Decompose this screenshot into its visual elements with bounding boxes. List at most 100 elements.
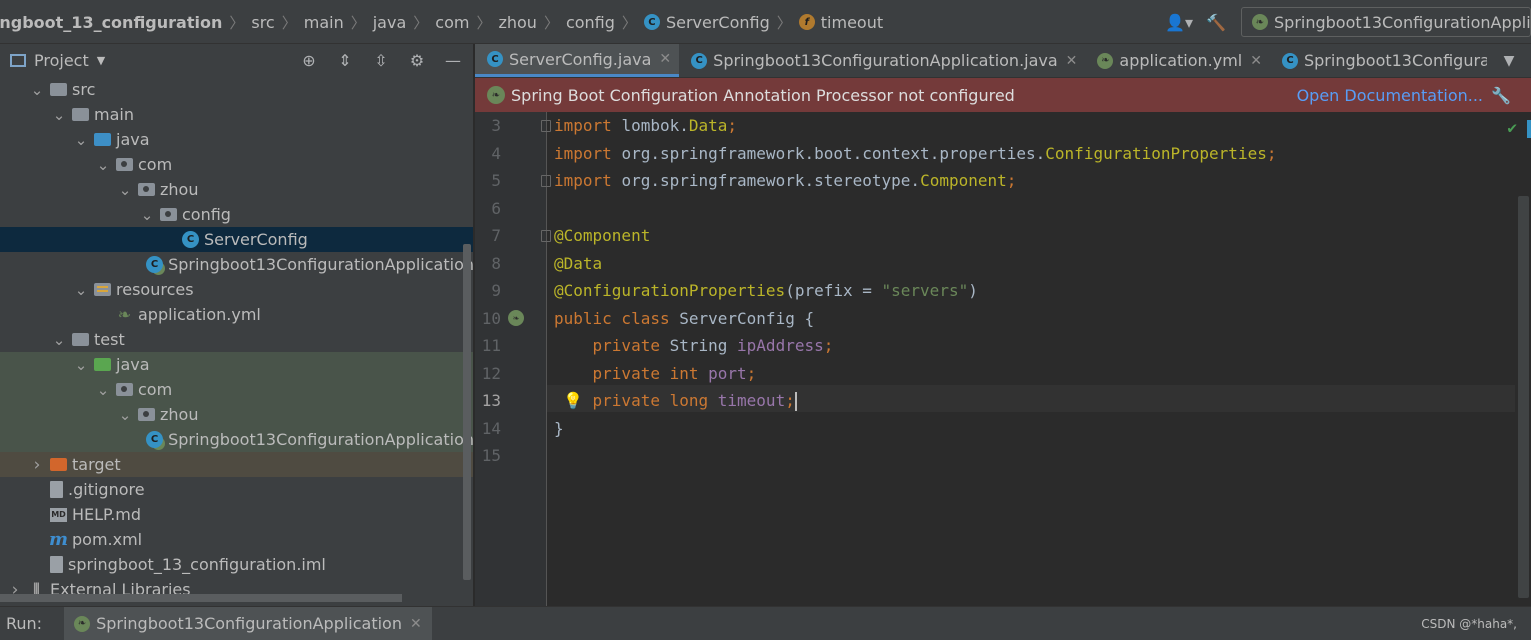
fold-marker-icon[interactable] [541, 175, 551, 187]
chevron-down-icon[interactable]: ⌄ [96, 157, 110, 172]
breadcrumb-zhou[interactable]: zhou [498, 13, 536, 32]
breadcrumb-com[interactable]: com [435, 13, 469, 32]
breadcrumb-java[interactable]: java [373, 13, 407, 32]
tree-item[interactable]: springboot_13_configuration.iml [0, 552, 474, 577]
tab-application-java[interactable]: C Springboot13ConfigurationApplication.j… [679, 44, 1085, 77]
code-line[interactable]: import org.springframework.stereotype.Co… [554, 167, 1016, 194]
code-line[interactable]: import lombok.Data; [554, 112, 737, 139]
line-number[interactable]: 8 [475, 250, 501, 277]
tree-item[interactable]: ⌄ zhou [0, 402, 474, 427]
chevron-down-icon[interactable]: ⌄ [140, 207, 154, 222]
line-number[interactable]: 13 [475, 387, 501, 414]
chevron-down-icon[interactable]: ⌄ [30, 82, 44, 97]
close-icon[interactable]: ✕ [1066, 53, 1078, 69]
tab-overflow-chevron-down-icon[interactable]: ▼ [1487, 44, 1531, 77]
editor-scrollbar[interactable] [1518, 196, 1529, 598]
line-number[interactable]: 10 [475, 305, 501, 332]
open-documentation-link[interactable]: Open Documentation... [1297, 78, 1483, 112]
tree-item[interactable]: MD HELP.md [0, 502, 474, 527]
run-tab[interactable]: ❧ Springboot13ConfigurationApplication ✕ [64, 606, 432, 640]
project-scrollbar[interactable] [463, 244, 471, 580]
tree-item[interactable]: ⌄ java [0, 352, 474, 377]
close-icon[interactable]: ✕ [410, 616, 422, 632]
tree-item[interactable]: ⌄ com [0, 152, 474, 177]
code-line[interactable]: } [554, 415, 564, 442]
fold-marker-icon[interactable] [541, 120, 551, 132]
line-number[interactable]: 9 [475, 277, 501, 304]
code-line[interactable]: private long timeout; [554, 387, 797, 414]
tree-item[interactable]: ⌄ com [0, 377, 474, 402]
hide-icon[interactable]: — [438, 46, 468, 76]
close-icon[interactable]: ✕ [1250, 53, 1262, 69]
line-number[interactable]: 6 [475, 195, 501, 222]
code-line[interactable]: @Component [554, 222, 650, 249]
line-number[interactable]: 4 [475, 140, 501, 167]
horizontal-scrollbar[interactable] [0, 594, 402, 602]
inspection-ok-check-icon[interactable]: ✔ [1507, 118, 1517, 137]
tree-item[interactable]: ⌄ src [0, 77, 474, 102]
fold-marker-icon[interactable] [541, 230, 551, 242]
chevron-down-icon[interactable]: ⌄ [96, 382, 110, 397]
chevron-down-icon[interactable]: ⌄ [118, 182, 132, 197]
collapse-all-icon[interactable]: ⇳ [366, 46, 396, 76]
breadcrumb-project[interactable]: ringboot_13_configuration [0, 13, 222, 32]
chevron-right-icon: 〉 [281, 13, 297, 32]
line-number[interactable]: 7 [475, 222, 501, 249]
tab-serverconfig[interactable]: C ServerConfig.java ✕ [475, 44, 680, 77]
breadcrumb-config[interactable]: config [566, 13, 615, 32]
tree-item[interactable]: C Springboot13ConfigurationApplication [0, 427, 474, 452]
tree-item[interactable]: ⌄ resources [0, 277, 474, 302]
chevron-down-icon[interactable]: ⌄ [118, 407, 132, 422]
line-number[interactable]: 12 [475, 360, 501, 387]
tree-item[interactable]: ⌄ config [0, 202, 474, 227]
tree-item[interactable]: ⌄ java [0, 127, 474, 152]
tree-item-label: springboot_13_configuration.iml [68, 555, 326, 574]
code-line[interactable]: private String ipAddress; [554, 332, 834, 359]
breadcrumb-serverconfig[interactable]: C ServerConfig [643, 13, 770, 32]
gear-icon[interactable]: ⚙ [402, 46, 432, 76]
chevron-right-icon[interactable]: › [30, 455, 44, 475]
line-number[interactable]: 5 [475, 167, 501, 194]
code-editor[interactable]: 3 4 5 6 7 8 9 10 ❧ 11 12 13 14 15 import lombok.Data;… [475, 112, 1531, 606]
tree-item[interactable]: › target [0, 452, 474, 477]
project-view-selector[interactable]: Project ▼ [0, 51, 105, 70]
code-line[interactable]: public class ServerConfig { [554, 305, 814, 332]
spring-bean-gutter-icon[interactable]: ❧ [506, 305, 526, 332]
code-line[interactable]: private int port; [554, 360, 757, 387]
breadcrumb-src[interactable]: src [251, 13, 274, 32]
chevron-down-icon[interactable]: ⌄ [74, 282, 88, 297]
line-number[interactable]: 14 [475, 415, 501, 442]
expand-all-icon[interactable]: ⇕ [330, 46, 360, 76]
tree-item[interactable]: .gitignore [0, 477, 474, 502]
breadcrumb-timeout[interactable]: f timeout [798, 13, 883, 32]
tree-item[interactable]: ⌄ test [0, 327, 474, 352]
wrench-icon[interactable]: 🔧 [1491, 78, 1511, 112]
chevron-down-icon[interactable]: ⌄ [74, 132, 88, 147]
tree-item[interactable]: ⌄ main [0, 102, 474, 127]
line-number[interactable]: 11 [475, 332, 501, 359]
chevron-down-icon[interactable]: ⌄ [52, 107, 66, 122]
line-number[interactable]: 15 [475, 442, 501, 469]
close-icon[interactable]: ✕ [659, 51, 671, 67]
tree-item[interactable]: ❧ application.yml [0, 302, 474, 327]
code-line[interactable]: import org.springframework.boot.context.… [554, 140, 1276, 167]
breadcrumb-main[interactable]: main [304, 13, 344, 32]
line-number[interactable]: 3 [475, 112, 501, 139]
chevron-right-icon: 〉 [621, 13, 637, 32]
code-token: Component [920, 171, 1007, 190]
run-configuration-selector[interactable]: ❧ Springboot13ConfigurationApplic [1241, 7, 1531, 37]
tree-item[interactable]: m pom.xml [0, 527, 474, 552]
code-line[interactable]: @ConfigurationProperties(prefix = "serve… [554, 277, 978, 304]
user-dropdown-icon[interactable]: 👤▾ [1157, 7, 1201, 37]
build-hammer-icon[interactable]: 🔨 [1201, 7, 1231, 37]
maven-icon: m [48, 529, 69, 550]
tree-item[interactable]: ⌄ zhou [0, 177, 474, 202]
chevron-down-icon[interactable]: ⌄ [52, 332, 66, 347]
locate-icon[interactable]: ⊕ [294, 46, 324, 76]
tab-application-yml[interactable]: ❧ application.yml ✕ [1085, 44, 1270, 77]
chevron-down-icon[interactable]: ⌄ [74, 357, 88, 372]
tree-item[interactable]: C Springboot13ConfigurationApplication [0, 252, 474, 277]
tree-item[interactable]: C ServerConfig [0, 227, 474, 252]
code-line[interactable]: @Data [554, 250, 602, 277]
